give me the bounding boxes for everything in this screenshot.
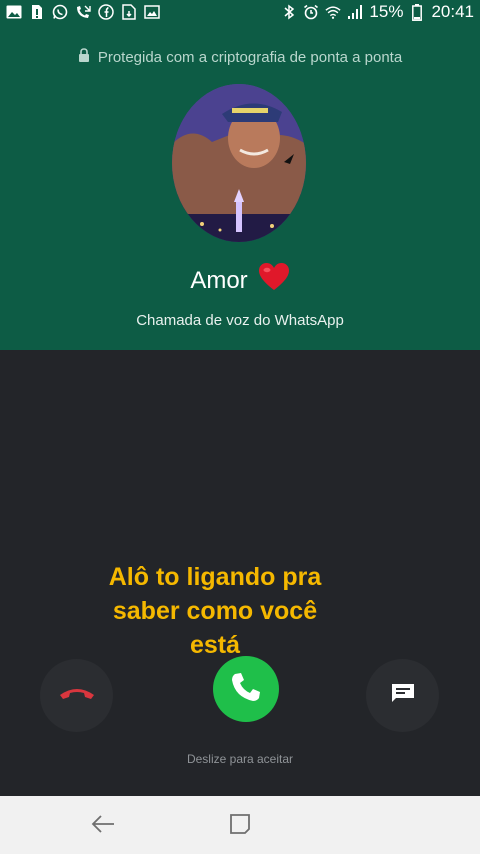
status-left-icons (6, 4, 160, 20)
caption-line-2: saber como você (112, 597, 318, 625)
accept-call-button[interactable] (213, 656, 279, 722)
battery-percent: 15% (369, 2, 404, 21)
caption-line-1: Alô to ligando pra (108, 563, 322, 591)
status-bar: 15% 20:41 (0, 0, 480, 24)
battery-icon (409, 3, 425, 21)
alarm-icon (303, 4, 319, 20)
slide-to-accept-hint: Deslize para aceitar (186, 752, 294, 766)
navigation-bar (0, 796, 480, 854)
heart-emoji (258, 262, 290, 299)
image-icon (6, 4, 22, 20)
gallery-icon (144, 4, 160, 20)
incoming-call-screen: 15% 20:41 Protegida com a criptografia d… (0, 0, 480, 854)
contact-name: Amor (0, 262, 480, 299)
back-button[interactable] (89, 812, 117, 840)
wifi-icon (325, 4, 342, 20)
decline-call-button[interactable] (40, 659, 113, 732)
facebook-icon (98, 4, 114, 20)
decline-phone-icon (58, 685, 96, 706)
contact-avatar (172, 84, 306, 242)
message-icon (390, 682, 416, 709)
call-header: Protegida com a criptografia de ponta a … (0, 24, 480, 350)
whatsapp-icon (52, 4, 68, 20)
clock: 20:41 (431, 2, 474, 21)
caption-line-3: está (189, 631, 241, 659)
signal-icon (347, 4, 363, 20)
lock-icon (78, 48, 90, 66)
recents-button[interactable] (226, 812, 254, 840)
reply-message-button[interactable] (366, 659, 439, 732)
download-icon (121, 4, 137, 20)
overlay-caption: Alô to ligando pra saber como você está (60, 560, 370, 662)
accept-phone-icon (229, 670, 263, 709)
sim-icon (29, 4, 45, 20)
bluetooth-icon (281, 4, 297, 20)
back-arrow-icon (90, 813, 116, 840)
encryption-text: Protegida com a criptografia de ponta a … (97, 48, 403, 66)
contact-name-text: Amor (190, 266, 248, 294)
recents-icon (228, 812, 252, 841)
call-type-label: Chamada de voz do WhatsApp (136, 312, 344, 329)
missed-call-icon (75, 4, 91, 20)
encryption-notice: Protegida com a criptografia de ponta a … (0, 48, 480, 66)
status-right-icons: 15% 20:41 (281, 2, 474, 22)
